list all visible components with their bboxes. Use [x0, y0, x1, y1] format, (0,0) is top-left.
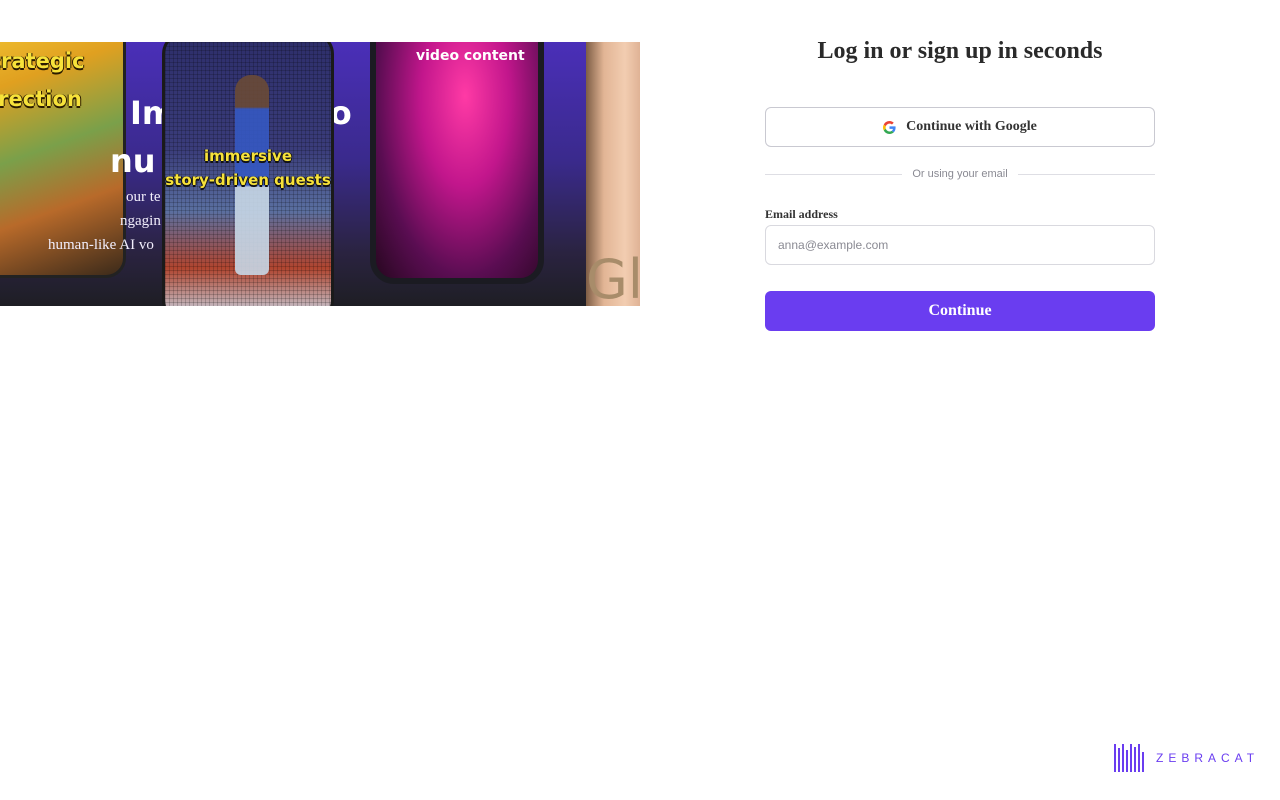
google-button-label: Continue with Google — [906, 119, 1037, 134]
hero-tile-text-line-2: irection — [0, 87, 82, 111]
hero-tile-face: Gl — [586, 42, 640, 306]
zebracat-logo-icon — [1114, 744, 1144, 772]
google-icon — [883, 120, 896, 134]
hero-tile-caption-line-2: story-driven quests — [165, 171, 331, 189]
hero-description-line-1: our te — [126, 189, 161, 205]
divider-line-left — [765, 173, 903, 175]
hero-description-line-2: ngagin — [120, 213, 161, 229]
brand-logo: ZEBRACAT — [1114, 743, 1259, 773]
email-field[interactable] — [765, 225, 1155, 265]
continue-button[interactable]: Continue — [765, 291, 1155, 331]
hero-tile-phone: video content — [370, 42, 544, 284]
page-title: Log in or sign up in seconds — [817, 38, 1103, 64]
email-divider: Or using your email — [765, 166, 1155, 182]
divider-line-right — [1017, 173, 1155, 175]
continue-with-google-button[interactable]: Continue with Google — [765, 107, 1155, 147]
hero-banner: trategic irection Im eo nu our te ngagin… — [0, 42, 640, 306]
hero-tile-quests: immersive story-driven quests — [162, 42, 334, 306]
hero-tile-text-line-1: trategic — [0, 49, 85, 73]
brand-name: ZEBRACAT — [1156, 751, 1260, 765]
hero-phone-caption: video content — [416, 48, 525, 64]
hero-face-text-fragment: Gl — [586, 248, 640, 306]
email-field-label: Email address — [765, 207, 838, 221]
hero-tile-caption-line-1: immersive — [204, 147, 292, 165]
hero-title-fragment-3: nu — [110, 142, 156, 180]
hero-description-line-3: human-like AI vo — [48, 237, 154, 253]
divider-text: Or using your email — [912, 168, 1008, 180]
